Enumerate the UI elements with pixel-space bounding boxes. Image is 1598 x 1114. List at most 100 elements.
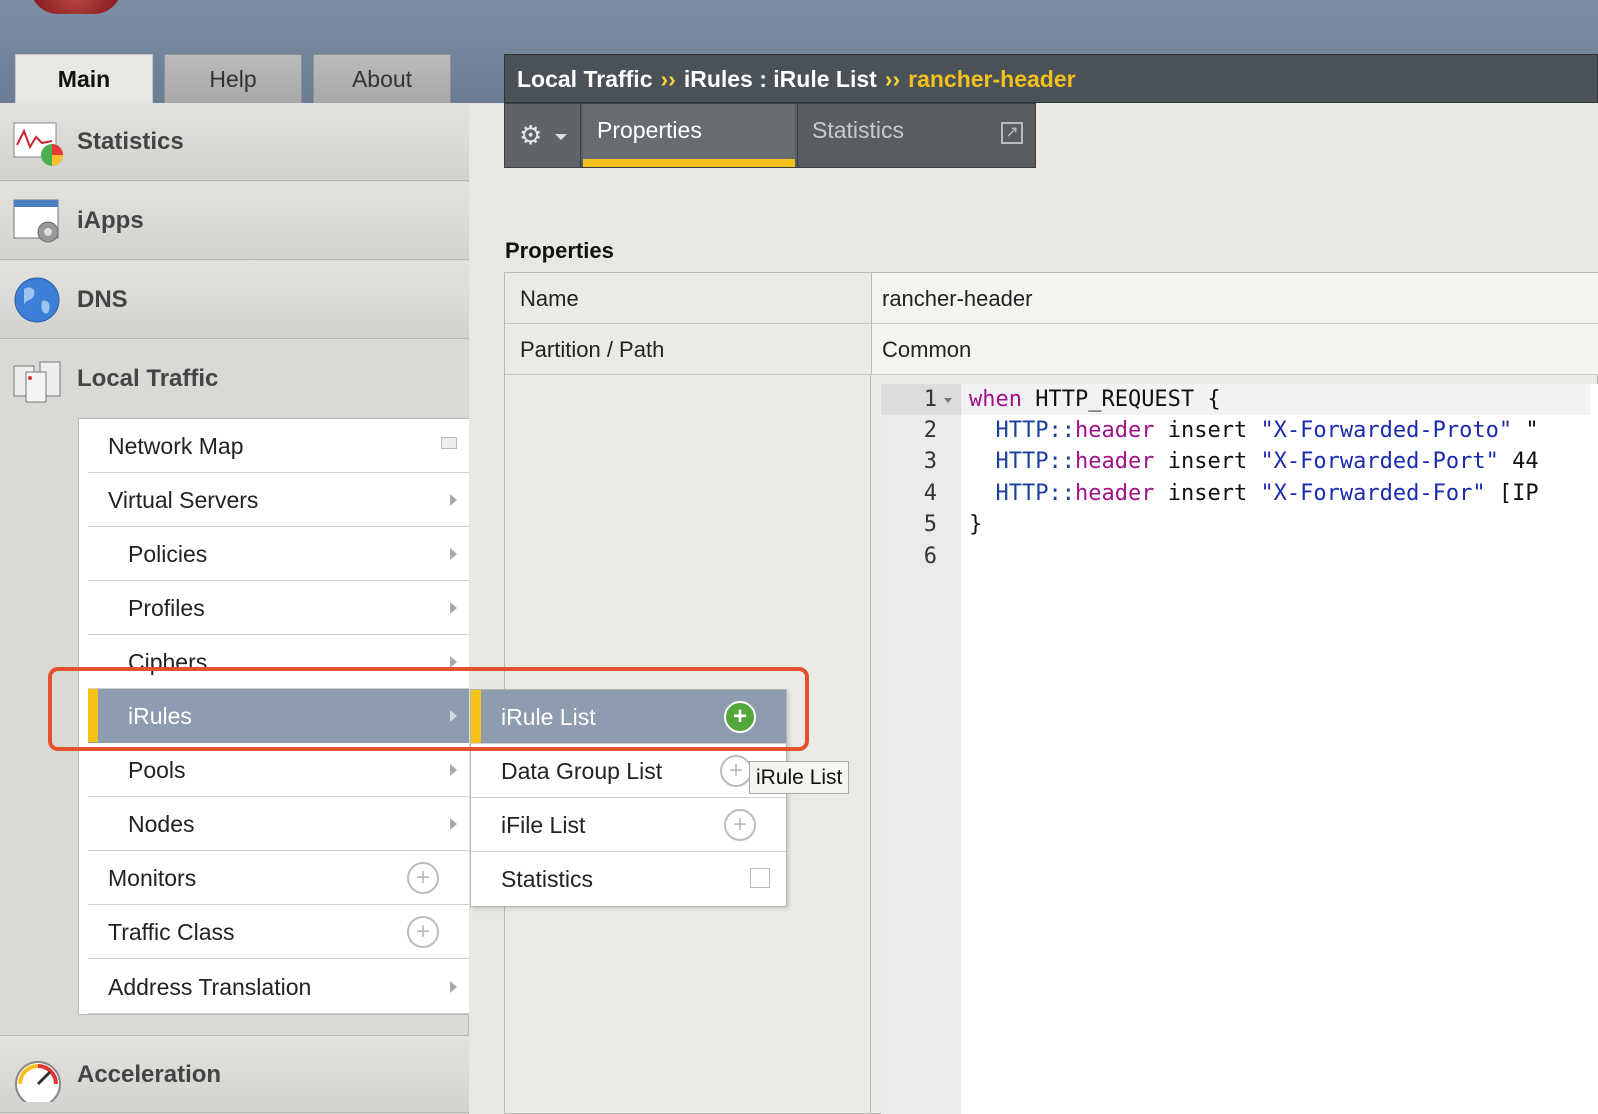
tab-main[interactable]: Main xyxy=(15,54,153,103)
nav-item-label: Profiles xyxy=(128,595,205,621)
sidebar-section-label: DNS xyxy=(77,286,128,313)
flyout-item-data-group-list[interactable]: Data Group List + xyxy=(471,744,786,798)
property-label: Name xyxy=(520,286,579,311)
gear-icon: ⚙ xyxy=(519,120,543,150)
nav-item-label: Nodes xyxy=(128,811,195,837)
property-row-partition: Partition / Path Common xyxy=(505,324,1598,375)
flyout-item-label: iFile List xyxy=(501,812,586,838)
f5-logo-icon xyxy=(30,0,122,14)
property-row-name: Name rancher-header xyxy=(505,273,1598,324)
acceleration-gauge-icon xyxy=(15,1061,61,1102)
sidebar-section-label: Local Traffic xyxy=(77,365,219,392)
fold-arrow-icon[interactable] xyxy=(944,398,952,403)
add-circle-icon[interactable]: + xyxy=(407,862,439,894)
chevron-right-icon xyxy=(450,818,457,830)
flyout-item-ifile-list[interactable]: iFile List + xyxy=(471,798,786,852)
chevron-right-icon xyxy=(450,656,457,668)
flyout-item-irule-list[interactable]: iRule List + xyxy=(471,690,786,744)
chevron-right-icon xyxy=(450,981,457,993)
add-circle-icon[interactable]: + xyxy=(407,916,439,948)
property-value: rancher-header xyxy=(871,273,1598,323)
sidebar-section-label: Acceleration xyxy=(77,1061,222,1088)
flyout-item-statistics[interactable]: Statistics xyxy=(471,852,786,906)
sidebar-item-nodes[interactable]: Nodes xyxy=(88,797,469,851)
breadcrumb-separator: ›› xyxy=(660,66,676,92)
tab-label: Properties xyxy=(597,117,702,143)
sidebar-item-pools[interactable]: Pools xyxy=(88,743,469,797)
sidebar-item-irules[interactable]: iRules xyxy=(88,689,469,743)
tab-about[interactable]: About xyxy=(313,54,451,103)
sidebar-section-label: iApps xyxy=(77,207,144,234)
code-line: HTTP::header insert "X-Forwarded-Port" 4… xyxy=(995,449,1539,474)
code-line: when HTTP_REQUEST { xyxy=(961,384,1590,415)
line-number-gutter: 1 2 3 4 5 6 xyxy=(881,384,961,1114)
code-line: } xyxy=(969,512,983,537)
line-number: 4 xyxy=(923,481,937,506)
chevron-right-icon xyxy=(450,494,457,506)
add-circle-icon[interactable]: + xyxy=(720,755,752,787)
content-toolbar: ⚙ Properties Statistics ↗ xyxy=(504,103,1036,168)
line-number: 2 xyxy=(923,418,937,443)
chevron-right-icon xyxy=(450,602,457,614)
sidebar-item-ciphers[interactable]: Ciphers xyxy=(88,635,469,689)
line-number: 1 xyxy=(881,384,961,415)
nav-item-label: Monitors xyxy=(108,865,197,891)
sidebar-section-acceleration[interactable]: Acceleration xyxy=(0,1035,469,1113)
add-circle-icon[interactable]: + xyxy=(724,809,756,841)
sidebar-item-address-translation[interactable]: Address Translation xyxy=(88,960,469,1014)
local-traffic-servers-icon xyxy=(13,361,61,403)
tab-statistics[interactable]: Statistics ↗ xyxy=(797,104,1035,167)
flyout-item-label: Data Group List xyxy=(501,758,663,784)
irule-code-editor[interactable]: 1 2 3 4 5 6 when HTTP_REQUEST { HTTP::he… xyxy=(881,384,1598,1114)
settings-menu-button[interactable]: ⚙ xyxy=(505,104,581,167)
sidebar-item-traffic-class[interactable]: Traffic Class + xyxy=(88,905,469,959)
breadcrumb-local-traffic[interactable]: Local Traffic xyxy=(517,66,652,92)
irules-flyout-menu: iRule List + Data Group List + iFile Lis… xyxy=(470,689,787,907)
add-circle-icon[interactable]: + xyxy=(724,701,756,733)
sidebar-section-dns[interactable]: DNS xyxy=(0,261,469,339)
column-divider xyxy=(870,375,871,1114)
tab-properties[interactable]: Properties xyxy=(583,104,795,167)
network-map-icon xyxy=(441,437,457,449)
nav-item-label: Policies xyxy=(128,541,208,567)
chevron-right-icon xyxy=(450,764,457,776)
breadcrumb-current: rancher-header xyxy=(908,66,1076,92)
nav-item-label: Pools xyxy=(128,757,186,783)
dns-globe-icon xyxy=(14,277,60,323)
breadcrumb-separator: ›› xyxy=(884,66,901,92)
code-line: HTTP::header insert "X-Forwarded-Proto" … xyxy=(995,418,1539,443)
tab-help[interactable]: Help xyxy=(164,54,302,103)
properties-heading: Properties xyxy=(505,238,614,263)
code-line: HTTP::header insert "X-Forwarded-For" [I… xyxy=(995,481,1539,506)
sidebar-item-network-map[interactable]: Network Map xyxy=(88,419,469,473)
sidebar-section-label: Statistics xyxy=(77,128,184,155)
sidebar-item-virtual-servers[interactable]: Virtual Servers xyxy=(88,473,469,527)
nav-item-label: Network Map xyxy=(108,433,244,459)
selected-indicator xyxy=(471,690,481,743)
nav-item-label: Ciphers xyxy=(128,649,208,675)
selected-indicator xyxy=(88,689,98,742)
line-number: 5 xyxy=(923,512,937,537)
sidebar-item-policies[interactable]: Policies xyxy=(88,527,469,581)
sidebar-section-statistics[interactable]: Statistics xyxy=(0,103,469,181)
chevron-right-icon xyxy=(450,710,457,722)
tooltip: iRule List xyxy=(749,761,850,794)
flyout-item-label: iRule List xyxy=(501,704,596,730)
nav-item-label: iRules xyxy=(128,703,192,729)
sidebar-section-iapps[interactable]: iApps xyxy=(0,182,469,260)
property-label: Partition / Path xyxy=(520,337,665,362)
nav-item-label: Traffic Class xyxy=(108,919,235,945)
line-number: 3 xyxy=(923,449,937,474)
breadcrumb: Local Traffic ›› iRules : iRule List ›› ranc… xyxy=(504,54,1598,103)
property-value: Common xyxy=(871,324,1598,374)
nav-item-label: Address Translation xyxy=(108,974,312,1000)
sidebar-item-monitors[interactable]: Monitors + xyxy=(88,851,469,905)
iapps-window-gear-icon xyxy=(13,199,59,243)
flyout-item-label: Statistics xyxy=(501,866,594,892)
chevron-down-icon xyxy=(555,134,567,140)
tab-label: Statistics xyxy=(812,117,905,143)
chevron-right-icon xyxy=(450,548,457,560)
sidebar-item-profiles[interactable]: Profiles xyxy=(88,581,469,635)
breadcrumb-irule-list[interactable]: iRules : iRule List xyxy=(684,66,877,92)
external-link-icon xyxy=(750,868,770,888)
